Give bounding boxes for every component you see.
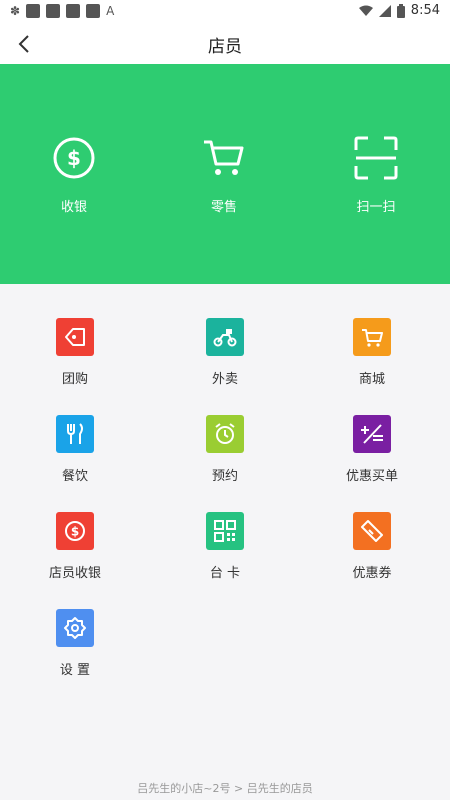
- qr-code-icon: [206, 512, 244, 550]
- scan-label: 扫一扫: [356, 200, 396, 215]
- cart-icon: [204, 140, 244, 175]
- alarm-clock-icon: [206, 415, 244, 453]
- catering-label: 餐饮: [61, 469, 88, 484]
- svg-text:$: $: [67, 146, 81, 170]
- discount-pay-tile[interactable]: 优惠买单: [297, 415, 447, 484]
- nav-bar: 店员: [0, 24, 450, 64]
- app-notification-icon: [86, 4, 101, 18]
- coupon-tile[interactable]: 优惠券: [297, 512, 447, 581]
- system-indicators: 8:54: [358, 3, 440, 19]
- store-breadcrumb: 吕先生的小店~2号 > 吕先生的店员: [137, 782, 313, 795]
- table-card-tile[interactable]: 台 卡: [150, 512, 300, 581]
- cashier-button[interactable]: $ 收银: [14, 134, 134, 215]
- wifi-icon: [358, 5, 373, 16]
- ticket-icon: [353, 512, 391, 550]
- fork-knife-icon: [56, 415, 94, 453]
- discount-pay-label: 优惠买单: [345, 469, 398, 484]
- scan-icon: [354, 136, 398, 180]
- scooter-icon: [206, 318, 244, 356]
- cashier-label: 收银: [60, 200, 87, 215]
- app-notification-icon: [66, 4, 81, 18]
- dollar-icon: $: [56, 512, 94, 550]
- app-notification-icon: [46, 4, 61, 18]
- notification-icons: ✽ A: [10, 4, 114, 18]
- scan-button[interactable]: 扫一扫: [316, 134, 436, 215]
- staff-cashier-tile[interactable]: $ 店员收银: [0, 512, 150, 581]
- takeout-tile[interactable]: 外卖: [150, 318, 300, 387]
- settings-tile[interactable]: 设 置: [0, 609, 150, 678]
- coupon-label: 优惠券: [352, 566, 392, 581]
- a-notification-icon: A: [106, 4, 115, 18]
- page-title: 店员: [208, 37, 242, 57]
- retail-label: 零售: [210, 200, 237, 215]
- mall-tile[interactable]: 商城: [297, 318, 447, 387]
- tag-icon: [56, 318, 94, 356]
- settings-label: 设 置: [59, 663, 91, 678]
- group-buy-tile[interactable]: 团购: [0, 318, 150, 387]
- svg-text:$: $: [71, 525, 79, 539]
- discount-icon: [353, 415, 391, 453]
- battery-icon: [396, 4, 405, 18]
- retail-button[interactable]: 零售: [164, 134, 284, 215]
- catering-tile[interactable]: 餐饮: [0, 415, 150, 484]
- settings-icon: [56, 609, 94, 647]
- staff-cashier-label: 店员收银: [48, 566, 101, 581]
- quick-action-banner: $ 收银 零售 扫一扫: [0, 64, 450, 284]
- table-card-label: 台 卡: [209, 566, 241, 581]
- clock: 8:54: [410, 3, 440, 18]
- app-notification-icon: [26, 4, 41, 18]
- signal-icon: [378, 5, 391, 17]
- reservation-label: 预约: [211, 469, 238, 484]
- shop-cart-icon: [353, 318, 391, 356]
- reservation-tile[interactable]: 预约: [150, 415, 300, 484]
- status-bar: ✽ A 8:54: [0, 0, 450, 24]
- app-notification-icon: ✽: [10, 4, 21, 18]
- group-buy-label: 团购: [61, 372, 88, 387]
- mall-label: 商城: [358, 372, 385, 387]
- takeout-label: 外卖: [211, 372, 238, 387]
- dollar-circle-icon: $: [53, 137, 95, 179]
